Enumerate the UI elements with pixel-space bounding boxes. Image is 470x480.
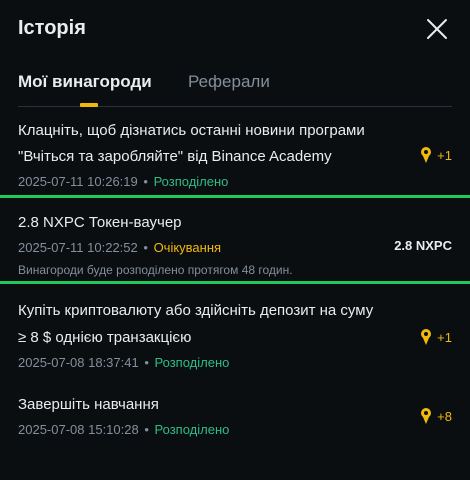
reward-amount: +8: [419, 407, 452, 425]
reward-value: +1: [437, 147, 452, 163]
trophy-icon: [421, 329, 432, 345]
status-badge: Розподілено: [154, 422, 230, 437]
reward-value: +1: [437, 329, 452, 345]
reward-value: +8: [437, 408, 452, 424]
item-meta: 2025-07-11 10:22:52 • Очікування: [18, 240, 221, 255]
reward-amount: +1: [419, 146, 452, 164]
list-item[interactable]: Клацніть, щоб дізнатись останні новини п…: [0, 116, 470, 196]
list-item[interactable]: Завершіть навчання 2025-07-08 15:10:28 •…: [0, 392, 470, 444]
list-item[interactable]: 2.8 NXPC Токен-ваучер 2025-07-11 10:22:5…: [0, 208, 470, 282]
item-meta: 2025-07-08 15:10:28 • Розподілено: [18, 422, 229, 437]
item-datetime: 2025-07-08 18:37:41: [18, 355, 139, 370]
item-title-line-2: ≥ 8 $ однією транзакцією: [18, 329, 192, 346]
status-badge: Розподілено: [153, 174, 229, 189]
highlight-line-bottom: [0, 281, 470, 284]
close-icon: [427, 19, 447, 39]
item-datetime: 2025-07-08 15:10:28: [18, 422, 139, 437]
trophy-icon: [421, 408, 432, 424]
meta-separator: •: [143, 174, 148, 189]
tab-bar: Мої винагороди Реферали: [0, 66, 470, 108]
highlight-line-top: [0, 195, 470, 198]
meta-separator: •: [143, 240, 148, 255]
item-datetime: 2025-07-11 10:22:52: [18, 240, 138, 255]
item-title-line-2: "Вчіться та заробляйте" від Binance Acad…: [18, 148, 332, 165]
status-badge: Розподілено: [154, 355, 230, 370]
tab-my-rewards[interactable]: Мої винагороди: [18, 72, 152, 92]
item-title-line-1: Купіть криптовалюту або здійсніть депози…: [18, 302, 374, 319]
reward-amount: +1: [419, 328, 452, 346]
status-badge: Очікування: [153, 240, 222, 255]
dialog-header: Історія: [0, 0, 470, 60]
item-note: Винагороди буде розподілено протягом 48 …: [18, 263, 293, 277]
item-title-line-1: Завершіть навчання: [18, 396, 159, 413]
item-meta: 2025-07-11 10:26:19 • Розподілено: [18, 174, 228, 189]
item-datetime: 2025-07-11 10:26:19: [18, 174, 138, 189]
page-title: Історія: [18, 17, 86, 39]
item-title-line-1: 2.8 NXPC Токен-ваучер: [18, 214, 182, 231]
item-title-line-1: Клацніть, щоб дізнатись останні новини п…: [18, 122, 365, 139]
reward-value: 2.8 NXPC: [394, 238, 452, 253]
trophy-icon: [421, 147, 432, 163]
item-meta: 2025-07-08 18:37:41 • Розподілено: [18, 355, 229, 370]
active-tab-indicator: [80, 103, 98, 107]
list-item[interactable]: Купіть криптовалюту або здійсніть депози…: [0, 298, 470, 376]
tab-referrals[interactable]: Реферали: [188, 72, 270, 92]
close-button[interactable]: [424, 16, 450, 42]
meta-separator: •: [144, 422, 149, 437]
meta-separator: •: [144, 355, 149, 370]
